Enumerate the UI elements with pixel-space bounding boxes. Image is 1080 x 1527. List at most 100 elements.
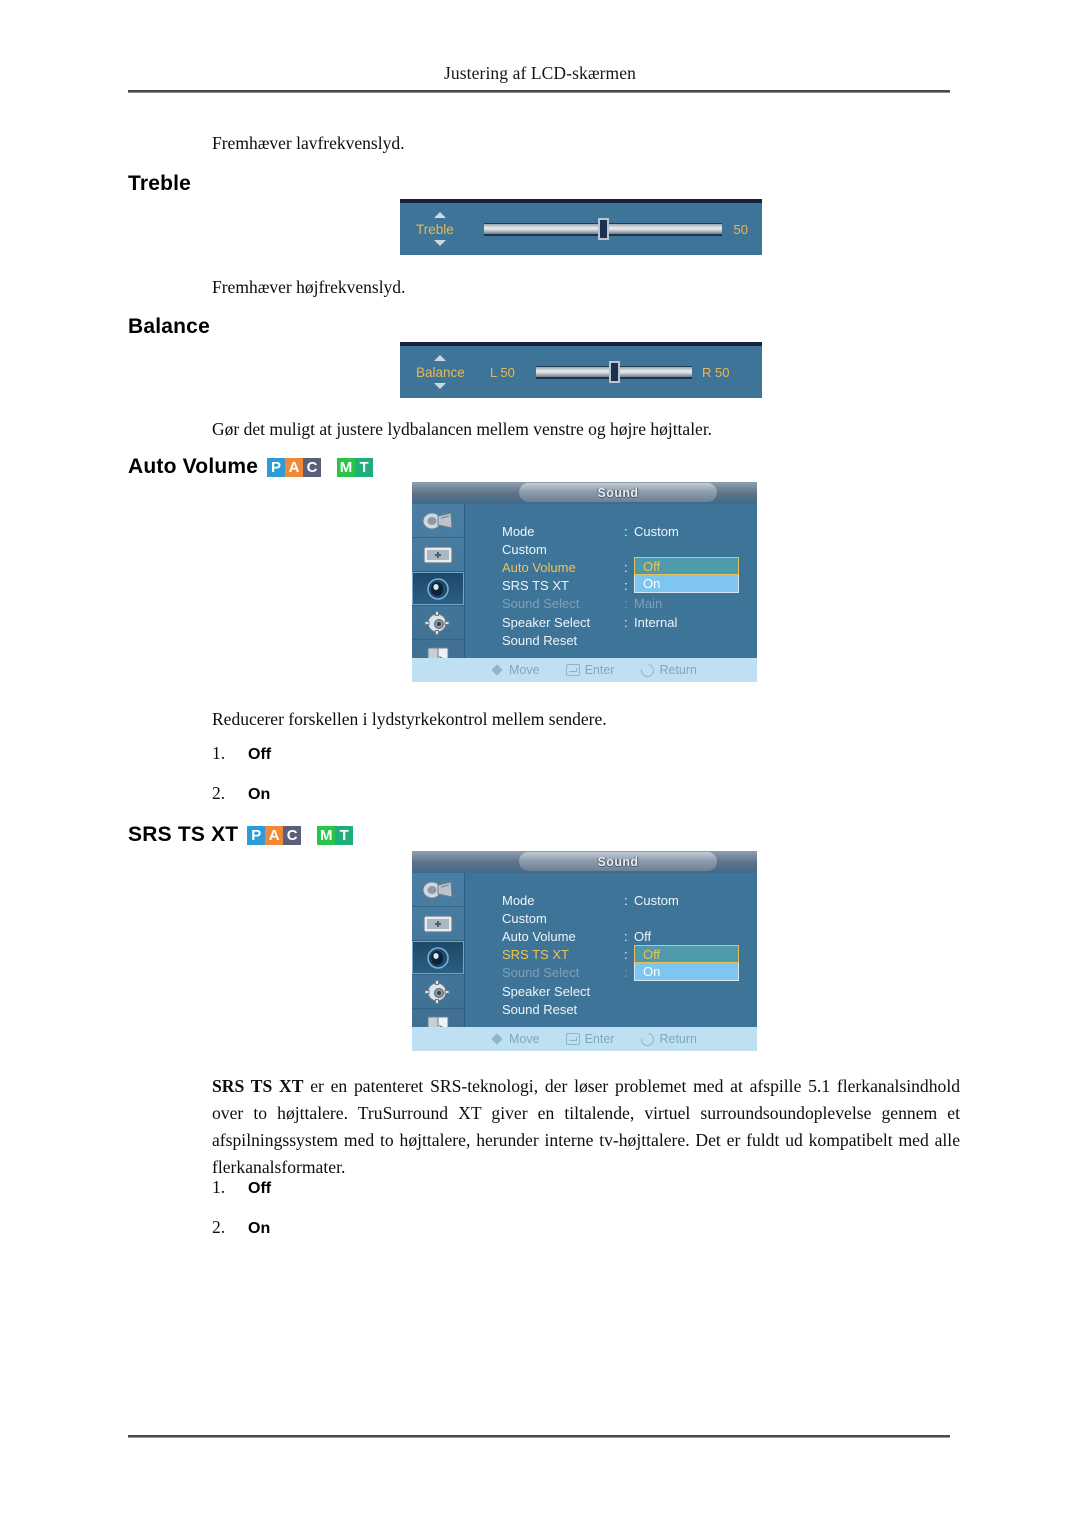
enter-key-icon-shape bbox=[565, 1033, 580, 1045]
heading-auto-volume-text: Auto Volume bbox=[128, 455, 259, 478]
menu-row[interactable]: Custom bbox=[502, 909, 751, 927]
option-row: 1. Off bbox=[212, 743, 271, 783]
osd-dropdown-srs[interactable]: Off On bbox=[634, 944, 739, 981]
treble-slider-handle[interactable] bbox=[597, 217, 609, 240]
badge-m: M bbox=[317, 825, 336, 845]
badge-c: C bbox=[283, 825, 302, 845]
menu-row-label: Sound Select bbox=[502, 596, 580, 612]
badge-group-mt: MT bbox=[337, 457, 374, 477]
option-number: 1. bbox=[212, 743, 226, 763]
menu-row[interactable]: Speaker Select: Internal bbox=[502, 613, 751, 631]
menu-row-colon: : bbox=[624, 614, 628, 630]
sidebar-item-setup[interactable] bbox=[412, 975, 464, 1009]
heading-balance-text: Balance bbox=[128, 315, 210, 338]
treble-slider-track[interactable] bbox=[484, 217, 722, 240]
menu-row[interactable]: Sound Reset bbox=[502, 631, 751, 649]
picture-screen-icon bbox=[423, 914, 453, 933]
dropdown-option-on[interactable]: On bbox=[634, 962, 739, 981]
document-page: Justering af LCD-skærmen Fremhæver lavfr… bbox=[0, 0, 1080, 1527]
heading-auto-volume: Auto Volume PAC MT bbox=[128, 455, 374, 479]
osd-balance-slider[interactable]: Balance L 50 R 50 bbox=[400, 342, 762, 398]
dropdown-option-on[interactable]: On bbox=[634, 575, 739, 594]
srs-description-paragraph: SRS TS XT er en patenteret SRS-teknologi… bbox=[212, 1073, 960, 1181]
osd-sidebar[interactable] bbox=[412, 873, 465, 1051]
osd-menu-body: Mode: Custom Custom Auto Volume: Off SRS TS X… bbox=[464, 873, 757, 1027]
enter-key-icon-shape bbox=[565, 664, 580, 676]
arrow-up-icon[interactable] bbox=[434, 355, 446, 361]
menu-row[interactable]: Speaker Select bbox=[502, 982, 751, 1000]
intro-paragraph: Fremhæver lavfrekvenslyd. bbox=[212, 133, 405, 153]
menu-row-label: Sound Reset bbox=[502, 632, 578, 648]
menu-row-value: Internal bbox=[634, 614, 678, 630]
osd-sidebar[interactable] bbox=[412, 504, 465, 682]
dropdown-option-off[interactable]: Off bbox=[634, 944, 739, 963]
sidebar-item-input-source[interactable] bbox=[412, 873, 464, 907]
bottom-bar-item: Move bbox=[490, 663, 540, 677]
bottom-bar-label: Return bbox=[659, 1032, 697, 1046]
arrow-down-icon[interactable] bbox=[434, 240, 446, 246]
menu-row-colon: : bbox=[624, 596, 628, 612]
menu-row[interactable]: Mode: Custom bbox=[502, 891, 751, 909]
return-arrow-icon bbox=[638, 660, 657, 680]
arrow-up-icon[interactable] bbox=[434, 212, 446, 218]
balance-slider-handle[interactable] bbox=[609, 360, 620, 383]
osd-sound-menu-auto-volume[interactable]: Sound Mode: Custom Custom Auto Volume:… bbox=[412, 482, 757, 682]
menu-row-value: Off bbox=[634, 928, 652, 944]
input-source-icon bbox=[422, 880, 453, 898]
balance-slider-label: Balance bbox=[416, 364, 465, 380]
badge-m: M bbox=[337, 457, 356, 477]
sidebar-item-picture[interactable] bbox=[412, 538, 464, 572]
return-arrow-icon-shape bbox=[638, 660, 657, 680]
option-number: 2. bbox=[212, 783, 226, 803]
sound-speaker-icon bbox=[427, 946, 449, 969]
header-divider bbox=[128, 90, 950, 93]
osd-balance-slider-inner: Balance L 50 R 50 bbox=[400, 346, 762, 398]
bottom-bar-label: Return bbox=[659, 663, 697, 677]
menu-row-colon: : bbox=[624, 578, 628, 594]
sidebar-item-picture[interactable] bbox=[412, 907, 464, 941]
setup-gear-icon bbox=[424, 979, 450, 1004]
menu-row-label: SRS TS XT bbox=[502, 947, 569, 963]
menu-row-colon: : bbox=[624, 928, 628, 944]
option-row: 2. On bbox=[212, 1217, 271, 1257]
bottom-bar-label: Move bbox=[509, 1032, 540, 1046]
osd-treble-slider[interactable]: Treble 50 bbox=[400, 199, 762, 255]
badge-t: T bbox=[335, 825, 354, 845]
menu-row-colon: : bbox=[624, 892, 628, 908]
arrow-down-icon[interactable] bbox=[434, 383, 446, 389]
option-row: 2. On bbox=[212, 783, 271, 823]
menu-row[interactable]: Mode: Custom bbox=[502, 522, 751, 540]
option-label: On bbox=[248, 1220, 271, 1237]
menu-row-label: Sound Reset bbox=[502, 1001, 578, 1017]
srs-option-list: 1. Off 2. On bbox=[212, 1177, 271, 1257]
sidebar-item-setup[interactable] bbox=[412, 606, 464, 640]
balance-slider-track[interactable] bbox=[536, 360, 692, 383]
dropdown-option-off[interactable]: Off bbox=[634, 557, 739, 576]
heading-treble: Treble bbox=[128, 172, 191, 196]
bottom-bar-item: Move bbox=[490, 1032, 540, 1046]
osd-sound-menu-srs[interactable]: Sound Mode: Custom Custom Auto Volume:… bbox=[412, 851, 757, 1051]
menu-row-label: Sound Select bbox=[502, 965, 580, 981]
menu-row-value: Custom bbox=[634, 523, 679, 539]
menu-row[interactable]: Custom bbox=[502, 540, 751, 558]
osd-dropdown-auto-volume[interactable]: Off On bbox=[634, 557, 739, 594]
osd-title-pill: Sound bbox=[519, 483, 717, 502]
osd-title-text: Sound bbox=[597, 485, 639, 500]
menu-row[interactable]: Auto Volume: Off bbox=[502, 927, 751, 945]
running-header: Justering af LCD-skærmen bbox=[444, 63, 636, 83]
bottom-bar-label: Move bbox=[509, 663, 540, 677]
move-diamond-icon bbox=[490, 663, 504, 677]
menu-row-colon: : bbox=[624, 947, 628, 963]
menu-row[interactable]: Sound Reset bbox=[502, 1000, 751, 1018]
sidebar-item-sound[interactable] bbox=[412, 941, 464, 975]
bottom-bar-label: Enter bbox=[584, 663, 615, 677]
move-diamond-icon bbox=[490, 1032, 504, 1046]
sidebar-item-input-source[interactable] bbox=[412, 504, 464, 538]
sidebar-item-sound[interactable] bbox=[412, 572, 464, 606]
bottom-bar-item: Return bbox=[638, 660, 697, 680]
auto-volume-option-list: 1. Off 2. On bbox=[212, 743, 271, 823]
option-number: 1. bbox=[212, 1177, 226, 1197]
osd-title-text: Sound bbox=[597, 854, 639, 869]
menu-row-colon: : bbox=[624, 523, 628, 539]
menu-row[interactable]: Sound Select: Main bbox=[502, 595, 751, 613]
